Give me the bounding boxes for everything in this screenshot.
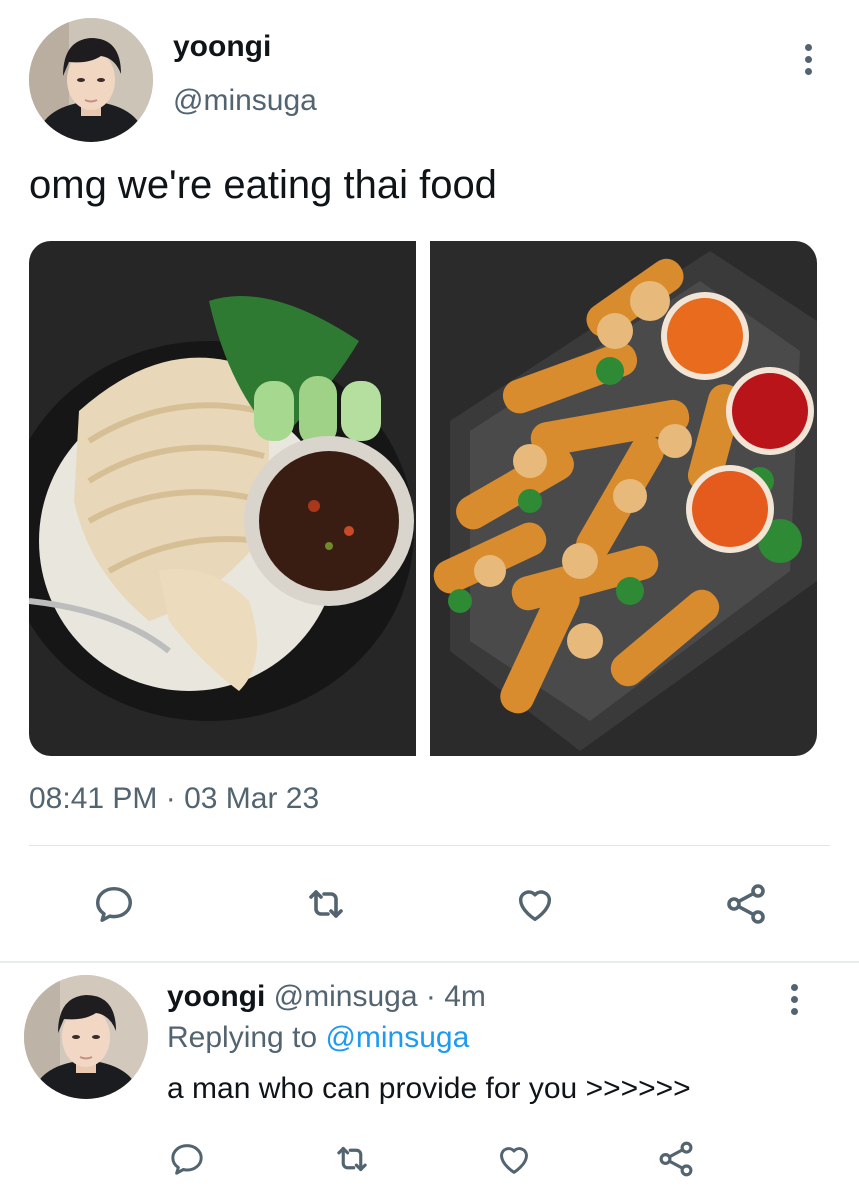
replying-to: Replying to @minsuga: [167, 1021, 469, 1055]
author-avatar[interactable]: [29, 18, 153, 142]
reply-share-icon[interactable]: [653, 1136, 699, 1182]
media-image-spring-rolls[interactable]: [430, 241, 817, 756]
tweet-timestamp[interactable]: 08:41 PM · 03 Mar 23: [29, 782, 319, 816]
reply-reply-icon[interactable]: [164, 1136, 210, 1182]
reply-like-icon[interactable]: [491, 1136, 537, 1182]
reply-author-handle[interactable]: @minsuga: [274, 980, 418, 1013]
retweet-icon[interactable]: [300, 878, 352, 930]
section-divider: [0, 961, 859, 963]
share-icon[interactable]: [720, 878, 772, 930]
tweet-media: [29, 241, 817, 756]
divider: [29, 845, 830, 846]
reply-icon[interactable]: [88, 878, 140, 930]
reply-retweet-icon[interactable]: [329, 1136, 375, 1182]
author-handle[interactable]: @minsuga: [173, 84, 317, 118]
tweet-text: omg we're eating thai food: [29, 163, 497, 207]
media-image-chicken-rice[interactable]: [29, 241, 416, 756]
reply-header: yoongi @minsuga · 4m: [167, 980, 486, 1014]
reply-more-options-icon[interactable]: [784, 984, 804, 1015]
replying-to-handle[interactable]: @minsuga: [325, 1021, 469, 1054]
reply-author-name[interactable]: yoongi: [167, 980, 265, 1013]
replying-prefix: Replying to: [167, 1021, 318, 1054]
reply-author-avatar[interactable]: [24, 975, 148, 1099]
reply-text: a man who can provide for you >>>>>>: [167, 1072, 691, 1105]
author-name[interactable]: yoongi: [173, 30, 271, 64]
more-options-icon[interactable]: [798, 44, 818, 75]
reply-time[interactable]: 4m: [444, 980, 486, 1013]
like-icon[interactable]: [509, 878, 561, 930]
reply-separator: ·: [425, 980, 436, 1013]
